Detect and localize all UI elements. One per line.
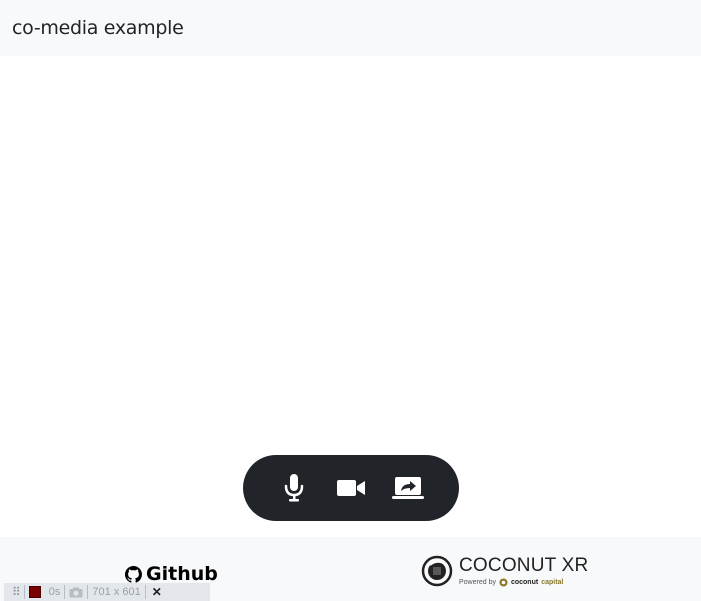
screen-share-button[interactable] (388, 468, 428, 508)
powered-by-line: Powered by coconut capital (459, 577, 588, 587)
divider (87, 585, 89, 599)
microphone-button[interactable] (274, 468, 314, 508)
page-title: co-media example (12, 17, 184, 39)
github-icon (125, 565, 142, 583)
app-root: co-media example Github COCONUT XR Power… (0, 0, 701, 601)
powered-by-label: Powered by (459, 578, 496, 586)
github-label: Github (146, 563, 218, 585)
divider (64, 585, 66, 599)
coconut-logo-icon (421, 555, 453, 587)
video-camera-icon (336, 480, 365, 496)
close-icon[interactable]: ✕ (152, 585, 162, 599)
powered-brand-suffix: capital (541, 578, 564, 586)
drag-handle-icon[interactable]: ⠿ (12, 585, 21, 599)
divider (144, 585, 146, 599)
navbar: co-media example (0, 0, 701, 56)
coconut-capital-icon (499, 577, 508, 587)
powered-brand: coconut (510, 578, 539, 586)
microphone-icon (284, 474, 303, 502)
github-link[interactable]: Github (125, 563, 218, 585)
camera-button[interactable] (331, 468, 371, 508)
dev-toolbar: ⠿ 0s 701 x 601 ✕ (4, 583, 210, 601)
brand-text: COCONUT XR Powered by coconut capital (459, 556, 588, 587)
brand-name: COCONUT XR (459, 554, 589, 576)
camera-icon[interactable] (69, 587, 83, 598)
media-controls-bar (243, 455, 459, 521)
timer-text: 0s (48, 586, 61, 598)
dimensions-text: 701 x 601 (92, 586, 141, 598)
divider (23, 585, 25, 599)
record-icon[interactable] (28, 586, 41, 598)
coconut-xr-logo[interactable]: COCONUT XR Powered by coconut capital (421, 555, 588, 587)
screen-share-icon (392, 477, 425, 499)
